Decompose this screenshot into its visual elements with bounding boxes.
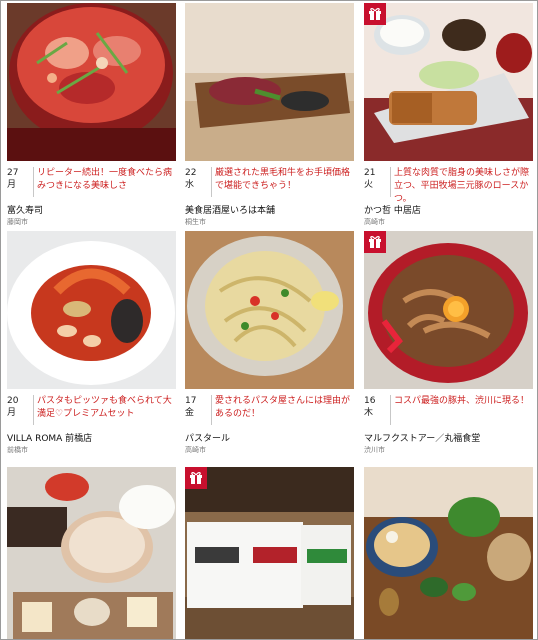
present-badge xyxy=(364,3,386,25)
city-name: 藤岡市 xyxy=(7,218,28,226)
present-badge xyxy=(364,231,386,253)
gift-icon xyxy=(190,472,202,484)
shop-name[interactable]: VILLA ROMA 前橋店 xyxy=(7,433,176,445)
article-thumbnail[interactable] xyxy=(364,3,533,161)
article-title[interactable]: コスパ最強の豚丼、渋川に現る！ xyxy=(394,395,534,408)
date-block: 22 水 xyxy=(185,167,212,197)
city-name: 高崎市 xyxy=(364,218,385,226)
article-card[interactable]: 20 月 パスタもピッツァも食べられて大満足♡プレミアムセット VILLA RO… xyxy=(7,231,176,455)
date-weekday: 月 xyxy=(7,180,17,190)
date-weekday: 月 xyxy=(7,408,17,418)
article-card[interactable]: 22 水 厳選された黒毛和牛をお手頃価格で堪能できちゃう！ 美食居酒屋いろは本舗… xyxy=(185,3,354,227)
article-title[interactable]: 愛されるパスタ屋さんには理由があるのだ！ xyxy=(215,395,355,421)
article-thumbnail[interactable] xyxy=(7,231,176,389)
article-thumbnail[interactable] xyxy=(185,3,354,161)
shop-name[interactable]: パスタール xyxy=(185,433,354,445)
date-weekday: 金 xyxy=(185,408,195,418)
present-badge xyxy=(185,467,207,489)
date-block: 27 月 xyxy=(7,167,34,197)
city-name: 渋川市 xyxy=(364,446,385,454)
article-title[interactable]: リピーター続出！一度食べたら病みつきになる美味しさ xyxy=(37,167,177,193)
gift-icon xyxy=(369,236,381,248)
gift-icon xyxy=(369,8,381,20)
article-thumbnail[interactable] xyxy=(7,3,176,161)
article-thumbnail[interactable] xyxy=(185,231,354,389)
date-day: 16 xyxy=(364,396,376,406)
shop-name[interactable]: 美食居酒屋いろは本舗 xyxy=(185,205,354,217)
page-frame: 27 月 リピーター続出！一度食べたら病みつきになる美味しさ 富久寿司 藤岡市 … xyxy=(0,0,538,640)
date-block: 20 月 xyxy=(7,395,34,425)
shop-name[interactable]: 富久寿司 xyxy=(7,205,176,217)
date-day: 17 xyxy=(185,396,197,406)
date-day: 21 xyxy=(364,168,376,178)
article-card[interactable]: 16 木 コスパ最強の豚丼、渋川に現る！ マルフクストアー／丸福食堂 渋川市 xyxy=(364,231,533,455)
city-name: 前橋市 xyxy=(7,446,28,454)
article-card[interactable] xyxy=(364,467,533,639)
article-thumbnail[interactable] xyxy=(7,467,176,639)
city-name: 高崎市 xyxy=(185,446,206,454)
article-title[interactable]: 厳選された黒毛和牛をお手頃価格で堪能できちゃう！ xyxy=(215,167,355,193)
article-card[interactable]: 27 月 リピーター続出！一度食べたら病みつきになる美味しさ 富久寿司 藤岡市 xyxy=(7,3,176,227)
article-thumbnail[interactable] xyxy=(364,467,533,639)
city-name: 桐生市 xyxy=(185,218,206,226)
date-block: 16 木 xyxy=(364,395,391,425)
date-block: 21 火 xyxy=(364,167,391,197)
date-weekday: 木 xyxy=(364,408,374,418)
article-thumbnail[interactable] xyxy=(185,467,354,639)
article-card[interactable]: 17 金 愛されるパスタ屋さんには理由があるのだ！ パスタール 高崎市 xyxy=(185,231,354,455)
date-block: 17 金 xyxy=(185,395,212,425)
date-day: 27 xyxy=(7,168,19,178)
date-day: 20 xyxy=(7,396,19,406)
article-thumbnail[interactable] xyxy=(364,231,533,389)
date-weekday: 火 xyxy=(364,180,374,190)
article-card[interactable]: 21 火 上質な肉質で脂身の美味しさが際立つ、平田牧場三元豚のロースかつ。 かつ… xyxy=(364,3,533,227)
shop-name[interactable]: かつ哲 中居店 xyxy=(364,205,533,217)
article-card[interactable] xyxy=(7,467,176,639)
date-day: 22 xyxy=(185,168,197,178)
article-card[interactable] xyxy=(185,467,354,639)
date-weekday: 水 xyxy=(185,180,195,190)
article-title[interactable]: パスタもピッツァも食べられて大満足♡プレミアムセット xyxy=(37,395,177,421)
shop-name[interactable]: マルフクストアー／丸福食堂 xyxy=(364,433,533,445)
article-title[interactable]: 上質な肉質で脂身の美味しさが際立つ、平田牧場三元豚のロースかつ。 xyxy=(394,167,534,206)
